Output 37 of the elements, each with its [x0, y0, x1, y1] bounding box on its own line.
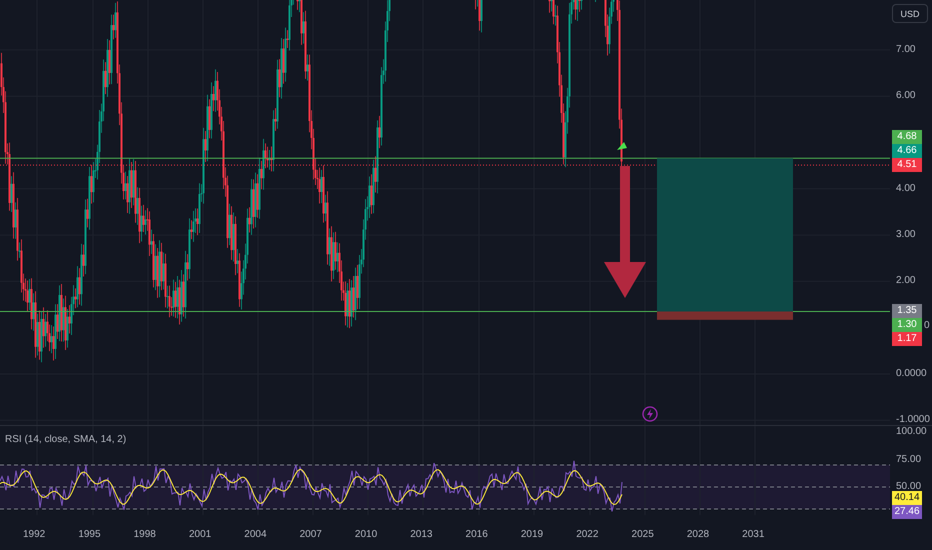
rsi-tick-label: 100.00	[896, 425, 927, 439]
time-tick-label: 2004	[244, 529, 267, 540]
lightning-icon	[642, 406, 658, 422]
price-badge: 1.35	[892, 304, 922, 318]
price-badge: 4.66	[892, 144, 922, 158]
time-tick-label: 2001	[188, 529, 212, 540]
price-badge: 4.51	[892, 158, 922, 172]
price-tick-label: -1.0000	[896, 413, 930, 427]
price-badge: 4.68	[892, 130, 922, 144]
price-tick-label: 7.00	[896, 42, 916, 57]
price-tick-label: 6.00	[896, 89, 916, 104]
time-tick-label: 2031	[742, 529, 764, 540]
time-tick-label: 2007	[300, 529, 322, 540]
price-badge: 1.17	[892, 332, 922, 346]
time-tick-label: 2025	[632, 529, 654, 540]
time-tick-label: 2016	[466, 529, 488, 540]
rsi-badge: 40.14	[892, 490, 922, 505]
indicator-title: RSI (14, close, SMA, 14, 2)	[5, 434, 126, 445]
price-tick-label: 2.00	[896, 274, 916, 288]
price-tick-label: 0	[924, 319, 930, 333]
time-tick-label: 2022	[576, 529, 598, 540]
time-tick-label: 2028	[686, 529, 710, 540]
time-tick-label: 2013	[410, 529, 432, 540]
rsi-tick-label: 50.00	[896, 480, 922, 493]
rsi-tick-label: 75.00	[896, 452, 922, 466]
time-tick-label: 2010	[354, 529, 378, 540]
price-tick-label: 3.00	[896, 228, 916, 242]
time-tick-label: 1995	[78, 529, 101, 540]
time-tick-label: 1998	[134, 529, 156, 540]
price-tick-label: 0.0000	[896, 367, 927, 381]
price-badge: 1.30	[892, 318, 922, 332]
time-tick-label: 2019	[520, 529, 544, 540]
rsi-badge: 27.46	[892, 504, 922, 519]
time-tick-label: 1992	[23, 529, 46, 540]
down-arrow-icon	[604, 166, 646, 298]
price-tick-label: 4.00	[896, 182, 916, 196]
currency-button[interactable]: USD	[892, 4, 928, 23]
